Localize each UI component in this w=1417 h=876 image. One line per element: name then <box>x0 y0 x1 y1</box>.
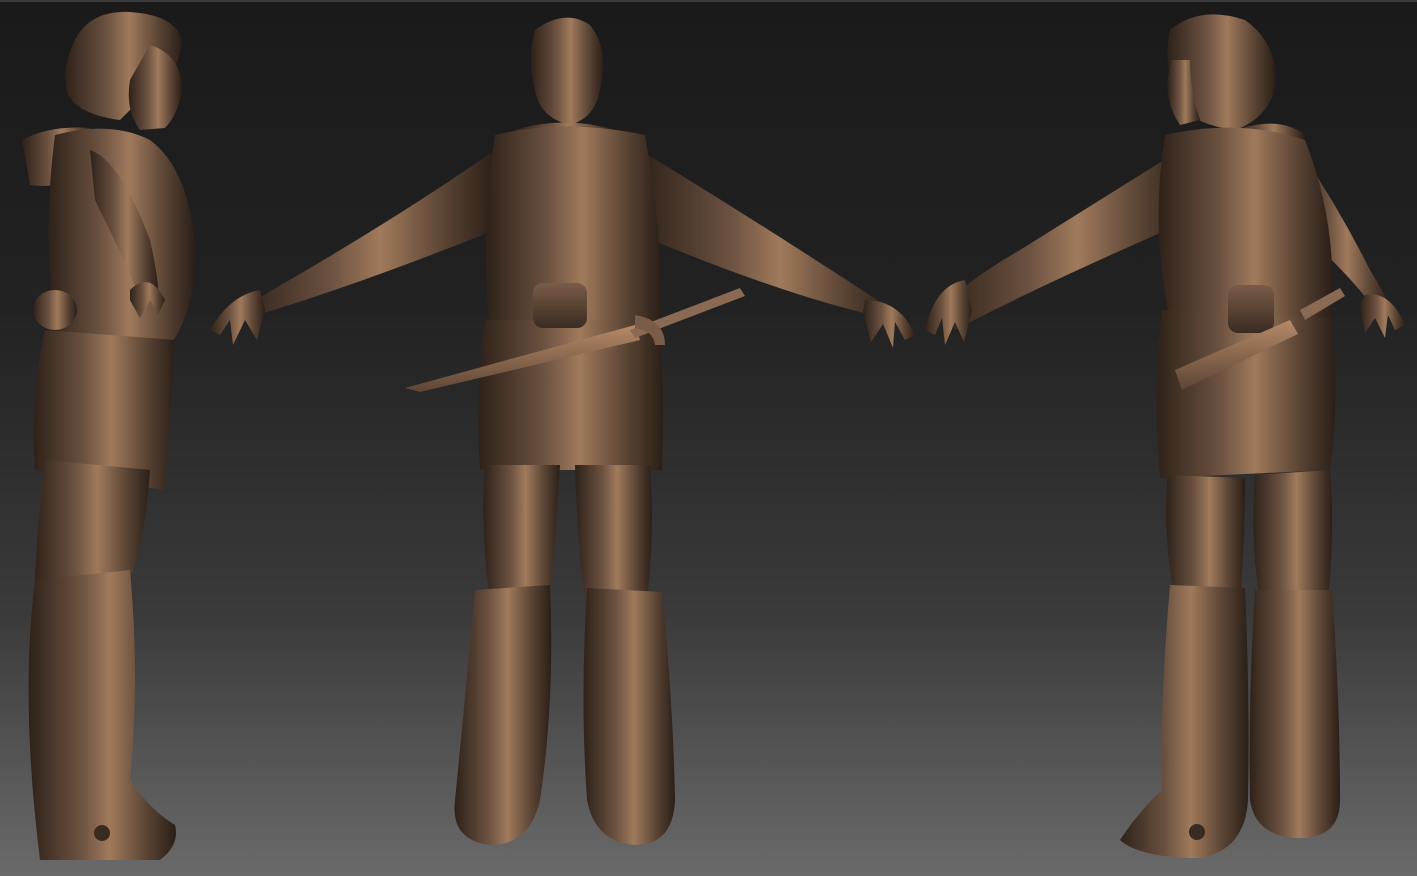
left-hand <box>925 280 972 345</box>
left-leg <box>1166 475 1245 600</box>
three-quarter-back-view <box>900 0 1417 876</box>
left-hand <box>210 290 265 345</box>
left-arm <box>240 150 495 320</box>
sculpt-viewport[interactable] <box>0 0 1417 876</box>
right-boot <box>583 588 675 845</box>
boot-button <box>94 825 110 841</box>
right-arm <box>640 150 895 320</box>
tunic <box>1156 310 1336 478</box>
hair <box>531 17 604 125</box>
left-boot <box>1120 585 1249 858</box>
belt-pouch <box>533 283 587 328</box>
back-view <box>195 0 935 876</box>
left-arm <box>940 150 1190 330</box>
right-leg <box>575 465 652 600</box>
right-leg <box>1253 470 1333 600</box>
boot <box>28 570 177 860</box>
right-boot <box>1249 590 1340 839</box>
belt-pouch <box>33 290 77 330</box>
left-boot <box>454 585 552 845</box>
tunic <box>478 320 664 470</box>
left-leg <box>483 465 560 600</box>
belt-pouch <box>1228 285 1274 333</box>
right-hand <box>1360 294 1405 338</box>
boot-button <box>1189 824 1205 840</box>
